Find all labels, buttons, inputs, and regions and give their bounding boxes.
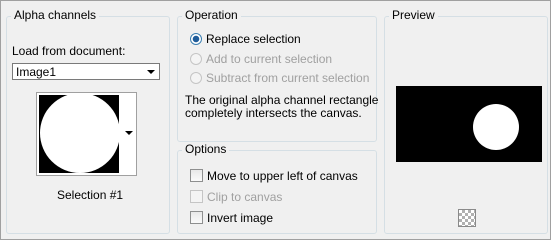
replace-selection-label[interactable]: Replace selection — [206, 32, 301, 46]
options-title: Options — [182, 142, 230, 156]
preview-canvas — [396, 86, 542, 162]
thumbnail-image — [39, 95, 119, 173]
add-to-selection-radio[interactable] — [190, 53, 202, 65]
thumbnail-dropdown-button[interactable] — [121, 92, 137, 176]
alpha-channel-thumbnail[interactable] — [36, 92, 122, 176]
operation-title: Operation — [182, 8, 241, 22]
load-from-document-label: Load from document: — [12, 44, 126, 58]
invert-image-label[interactable]: Invert image — [207, 211, 273, 225]
thumbnail-circle-shape — [40, 95, 119, 173]
selection-caption: Selection #1 — [57, 188, 124, 202]
clip-to-canvas-label[interactable]: Clip to canvas — [207, 190, 282, 204]
operation-message-line-1: The original alpha channel rectangle — [185, 93, 379, 107]
clip-to-canvas-checkbox[interactable] — [190, 190, 203, 203]
operation-message-line-2: completely intersects the canvas. — [185, 106, 362, 120]
replace-selection-radio[interactable] — [190, 33, 202, 45]
add-to-selection-label[interactable]: Add to current selection — [206, 52, 332, 66]
preview-circle-shape — [473, 104, 519, 150]
document-dropdown-value: Image1 — [16, 65, 57, 79]
checkerboard-icon[interactable] — [458, 209, 476, 227]
chevron-down-icon — [147, 70, 155, 74]
subtract-from-selection-label[interactable]: Subtract from current selection — [206, 71, 369, 85]
move-to-upper-left-label[interactable]: Move to upper left of canvas — [207, 169, 358, 183]
invert-image-checkbox[interactable] — [190, 211, 203, 224]
preview-title: Preview — [389, 8, 438, 22]
move-to-upper-left-checkbox[interactable] — [190, 169, 203, 182]
document-dropdown[interactable]: Image1 — [12, 63, 160, 80]
alpha-channels-title: Alpha channels — [11, 8, 100, 22]
chevron-down-icon — [125, 131, 133, 135]
subtract-from-selection-radio[interactable] — [190, 72, 202, 84]
